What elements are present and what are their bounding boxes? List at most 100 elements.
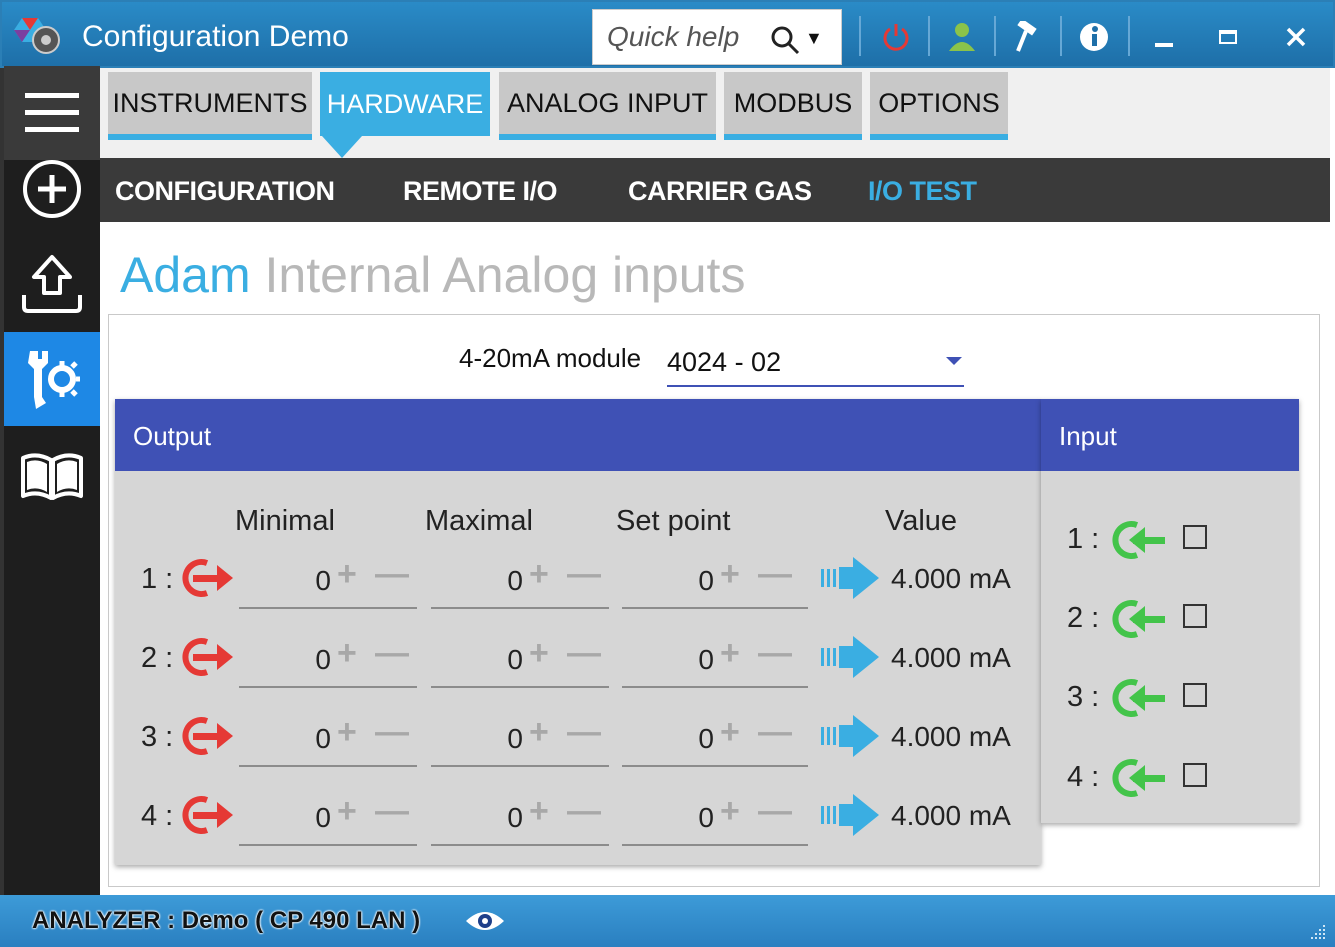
decrement-icon[interactable]: — <box>375 792 409 831</box>
maximize-icon[interactable] <box>1206 16 1250 58</box>
output-row: 1 :0 + —0 + —0 + —4.000 mA <box>115 551 1041 621</box>
subtab-carrier-gas[interactable]: CARRIER GAS <box>628 176 812 207</box>
field-value[interactable]: 0 <box>431 565 523 597</box>
upload-icon[interactable] <box>4 236 100 330</box>
decrement-icon[interactable]: — <box>375 713 409 752</box>
input-row-index: 2 : <box>1067 602 1100 634</box>
field-value[interactable]: 0 <box>622 565 714 597</box>
output-icon <box>182 559 233 597</box>
content-area: Adam Internal Analog inputs 4-20mA modul… <box>100 222 1330 895</box>
field-value[interactable]: 0 <box>431 723 523 755</box>
input-icon <box>1112 600 1165 638</box>
output-row-index: 3 : <box>141 721 174 753</box>
increment-icon[interactable]: + <box>720 792 740 831</box>
chevron-down-icon[interactable]: ▼ <box>805 28 823 49</box>
increment-icon[interactable]: + <box>720 634 740 673</box>
decrement-icon[interactable]: — <box>758 792 792 831</box>
minimal-field[interactable]: 0 + — <box>239 551 417 609</box>
quick-help-box[interactable]: ▼ <box>592 9 842 65</box>
minimal-field[interactable]: 0 + — <box>239 788 417 846</box>
decrement-icon[interactable]: — <box>567 555 601 594</box>
column-value: Value <box>885 505 958 537</box>
book-icon[interactable] <box>4 430 100 524</box>
tab-hardware[interactable]: HARDWARE <box>320 72 490 136</box>
field-value[interactable]: 0 <box>622 723 714 755</box>
tab-modbus[interactable]: MODBUS <box>724 72 862 140</box>
subtab-io-test[interactable]: I/O TEST <box>868 176 977 207</box>
power-icon[interactable] <box>874 16 918 58</box>
decrement-icon[interactable]: — <box>567 634 601 673</box>
set-point-field[interactable]: 0 + — <box>622 788 808 846</box>
hammer-icon[interactable] <box>1006 16 1050 58</box>
tab-options[interactable]: OPTIONS <box>870 72 1008 140</box>
minimal-field[interactable]: 0 + — <box>239 709 417 767</box>
field-value[interactable]: 0 <box>239 644 331 676</box>
resize-grip-icon[interactable] <box>1307 921 1327 941</box>
set-point-field[interactable]: 0 + — <box>622 630 808 688</box>
output-card: Output Minimal Maximal Set point Value 1… <box>115 399 1041 865</box>
subtab-remote-io[interactable]: REMOTE I/O <box>403 176 558 207</box>
tab-analog-input[interactable]: ANALOG INPUT <box>499 72 716 140</box>
decrement-icon[interactable]: — <box>758 555 792 594</box>
input-checkbox[interactable] <box>1183 683 1207 707</box>
maximal-field[interactable]: 0 + — <box>431 551 609 609</box>
field-value[interactable]: 0 <box>431 644 523 676</box>
decrement-icon[interactable]: — <box>758 713 792 752</box>
decrement-icon[interactable]: — <box>375 634 409 673</box>
page-title-secondary: Internal Analog inputs <box>264 247 746 303</box>
separator <box>1060 16 1062 56</box>
minimal-field[interactable]: 0 + — <box>239 630 417 688</box>
increment-icon[interactable]: + <box>720 713 740 752</box>
output-icon <box>182 717 233 755</box>
minimize-icon[interactable] <box>1142 16 1186 58</box>
eye-icon[interactable] <box>464 907 506 935</box>
close-icon[interactable] <box>1274 16 1318 58</box>
quick-help-input[interactable] <box>607 20 757 54</box>
increment-icon[interactable]: + <box>529 555 549 594</box>
subtab-configuration[interactable]: CONFIGURATION <box>115 176 335 207</box>
set-point-field[interactable]: 0 + — <box>622 709 808 767</box>
increment-icon[interactable]: + <box>337 634 357 673</box>
field-value[interactable]: 0 <box>431 802 523 834</box>
maximal-field[interactable]: 0 + — <box>431 788 609 846</box>
user-icon[interactable] <box>940 16 984 58</box>
field-value[interactable]: 0 <box>239 802 331 834</box>
input-icon <box>1112 521 1165 559</box>
tools-icon[interactable] <box>4 332 100 426</box>
output-row: 2 :0 + —0 + —0 + —4.000 mA <box>115 630 1041 700</box>
field-value[interactable]: 0 <box>622 644 714 676</box>
input-checkbox[interactable] <box>1183 525 1207 549</box>
increment-icon[interactable]: + <box>529 713 549 752</box>
increment-icon[interactable]: + <box>529 792 549 831</box>
maximal-field[interactable]: 0 + — <box>431 630 609 688</box>
decrement-icon[interactable]: — <box>567 792 601 831</box>
set-point-field[interactable]: 0 + — <box>622 551 808 609</box>
output-value: 4.000 mA <box>891 721 1011 752</box>
increment-icon[interactable]: + <box>337 555 357 594</box>
input-checkbox[interactable] <box>1183 604 1207 628</box>
module-select[interactable]: 4024 - 02 <box>667 341 964 387</box>
tab-instruments[interactable]: INSTRUMENTS <box>108 72 312 140</box>
add-icon[interactable] <box>4 142 100 236</box>
arrow-right-icon <box>821 636 879 678</box>
maximal-field[interactable]: 0 + — <box>431 709 609 767</box>
field-value[interactable]: 0 <box>622 802 714 834</box>
separator <box>928 16 930 56</box>
input-checkbox[interactable] <box>1183 763 1207 787</box>
increment-icon[interactable]: + <box>337 713 357 752</box>
field-value[interactable]: 0 <box>239 565 331 597</box>
decrement-icon[interactable]: — <box>758 634 792 673</box>
separator <box>859 16 861 56</box>
decrement-icon[interactable]: — <box>567 713 601 752</box>
info-icon[interactable] <box>1072 16 1116 58</box>
decrement-icon[interactable]: — <box>375 555 409 594</box>
chevron-down-icon[interactable] <box>946 357 962 365</box>
input-row-index: 4 : <box>1067 761 1100 793</box>
sidebar <box>0 66 100 895</box>
search-icon[interactable] <box>769 24 801 56</box>
column-set-point: Set point <box>616 505 731 537</box>
field-value[interactable]: 0 <box>239 723 331 755</box>
increment-icon[interactable]: + <box>720 555 740 594</box>
increment-icon[interactable]: + <box>337 792 357 831</box>
increment-icon[interactable]: + <box>529 634 549 673</box>
